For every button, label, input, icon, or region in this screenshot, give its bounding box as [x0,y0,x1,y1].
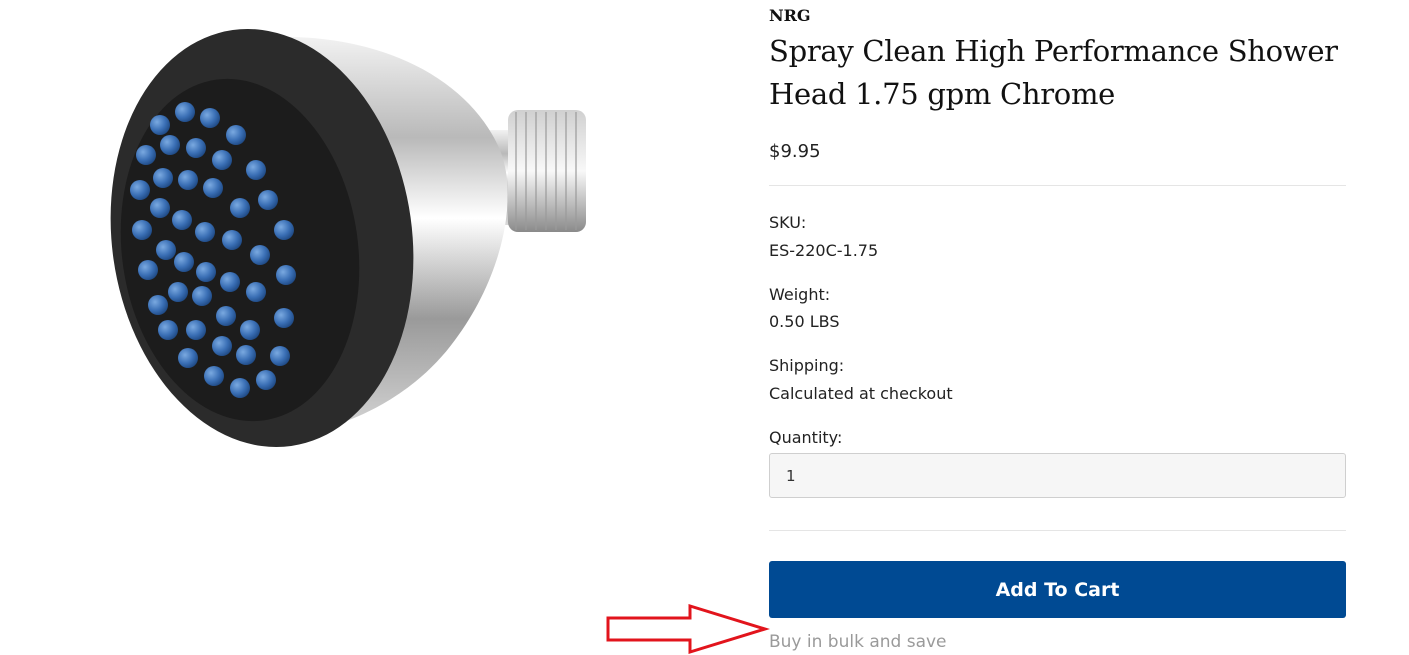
shower-head-illustration [110,28,586,448]
quantity-label: Quantity: [769,428,843,447]
divider [769,185,1346,186]
sku-value: ES-220C-1.75 [769,241,879,260]
shipping-value: Calculated at checkout [769,384,953,403]
quantity-input[interactable] [769,453,1346,498]
sku-label: SKU: [769,213,807,232]
product-title: Spray Clean High Performance Shower Head… [769,34,1338,111]
shipping-label: Shipping: [769,356,845,375]
product-price: $9.95 [769,141,821,162]
weight-label: Weight: [769,285,831,304]
divider [769,530,1346,531]
brand-name[interactable]: NRG [769,6,811,25]
weight-value: 0.50 LBS [769,312,840,331]
buy-in-bulk-link[interactable]: Buy in bulk and save [769,632,947,652]
annotation-arrow-icon [606,603,770,655]
add-to-cart-button[interactable]: Add To Cart [769,561,1346,618]
product-image[interactable] [0,0,720,655]
